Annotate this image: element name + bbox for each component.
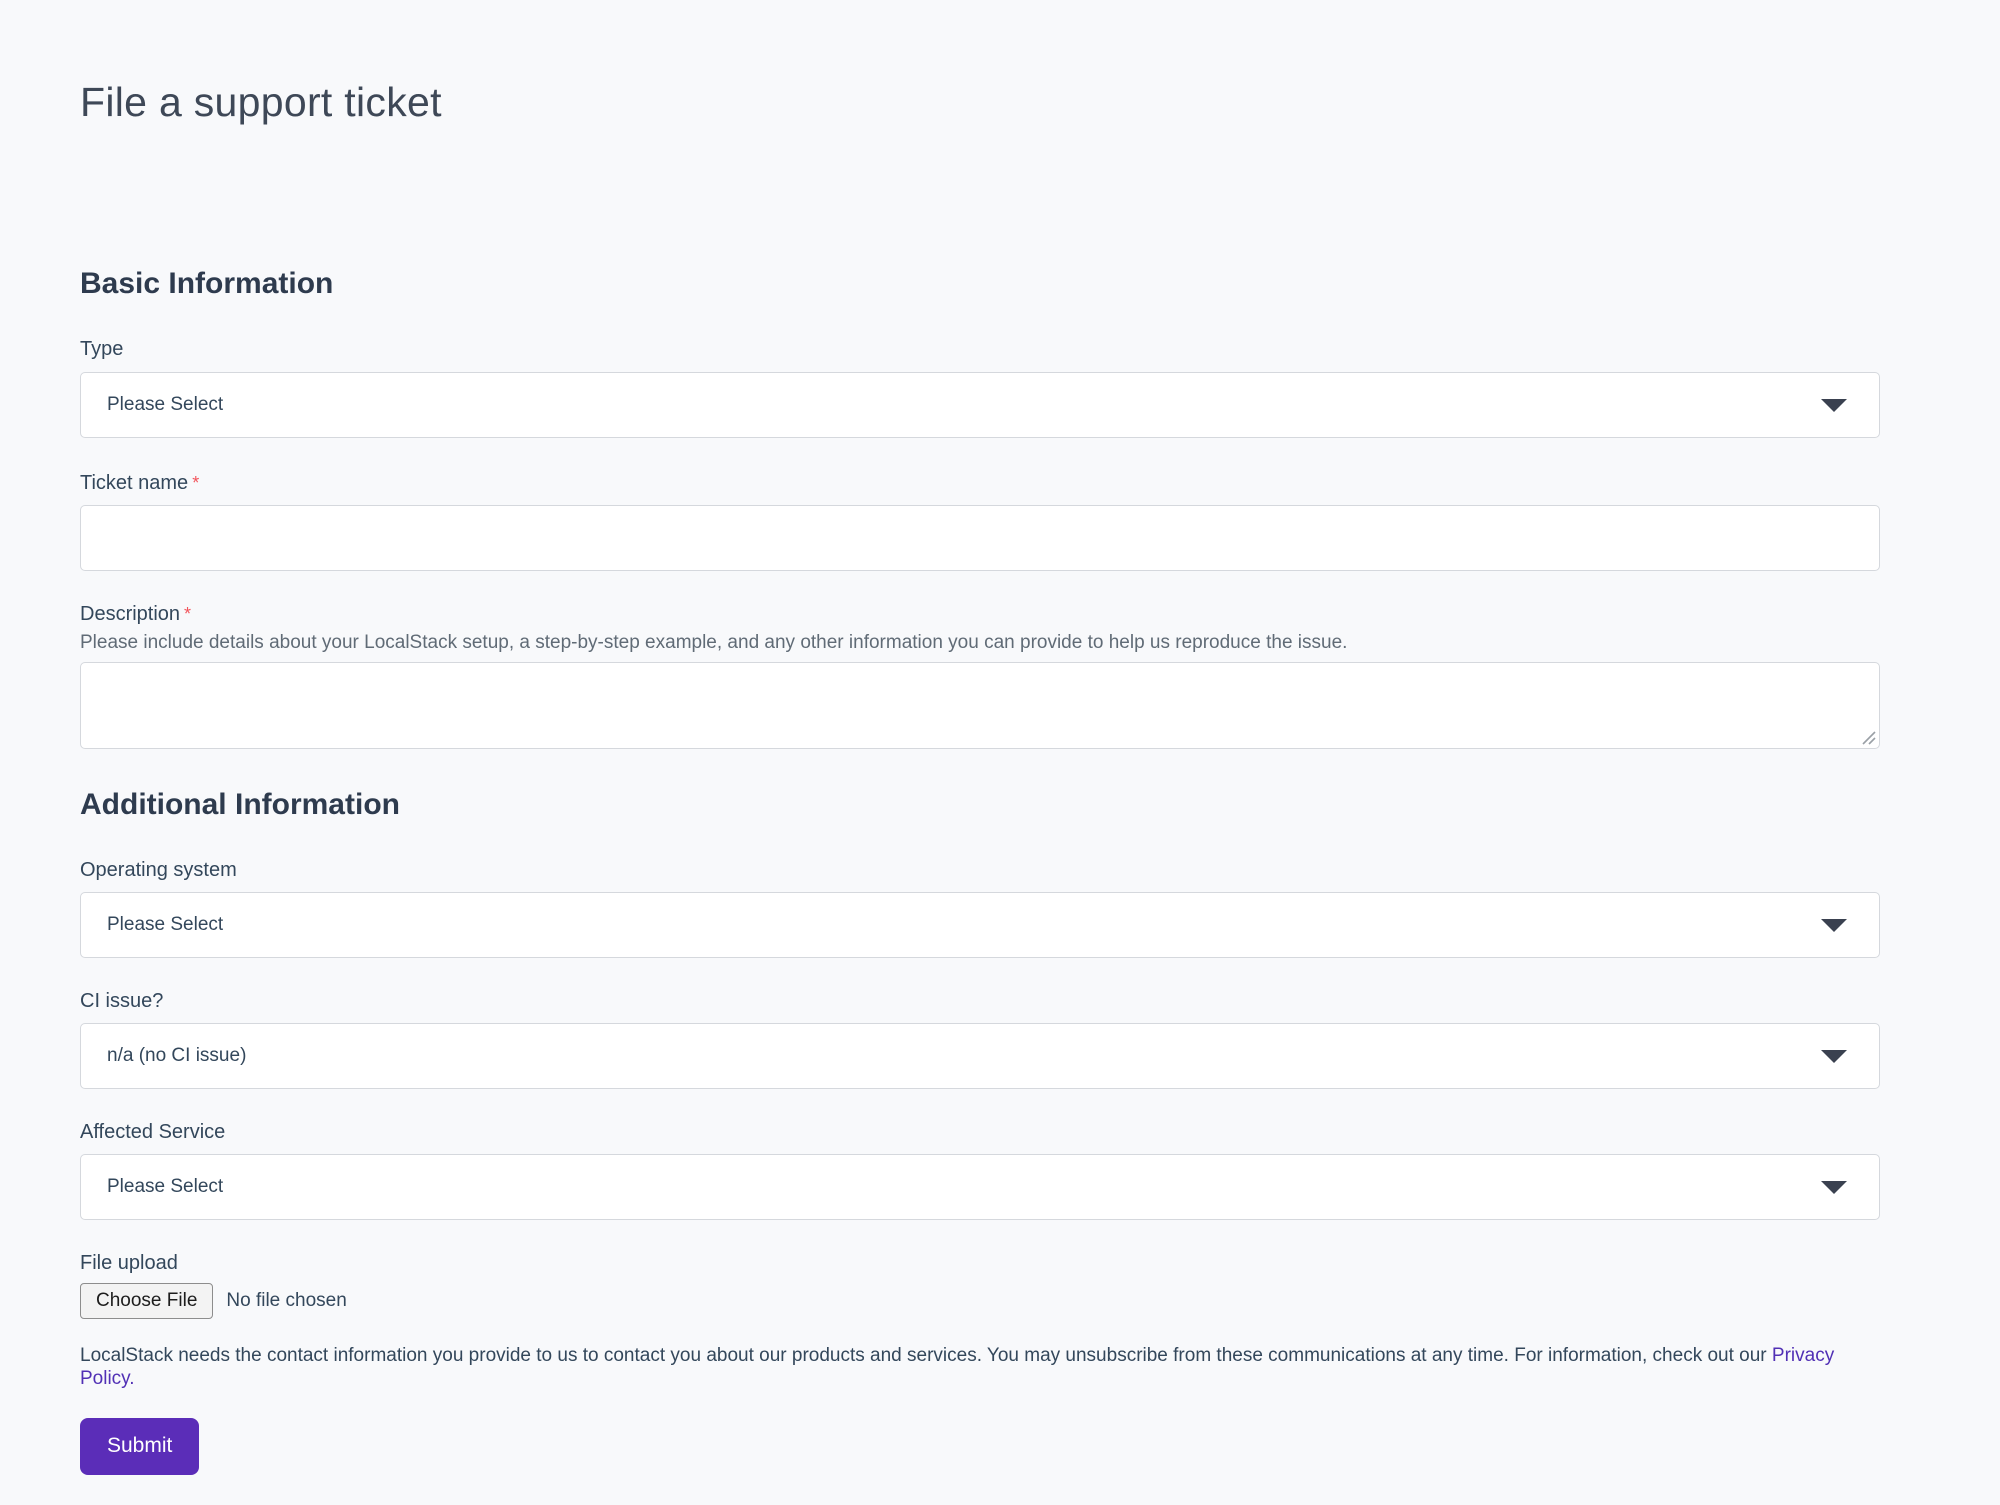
description-textarea[interactable] [80, 662, 1880, 749]
chevron-down-icon [1821, 919, 1847, 932]
privacy-text: LocalStack needs the contact information… [80, 1345, 1772, 1366]
section-heading-additional: Additional Information [80, 787, 1880, 823]
description-field-wrap [80, 662, 1880, 749]
field-label-description: Description* [80, 602, 1880, 627]
operating-system-select-value: Please Select [107, 914, 223, 936]
file-upload-field: Choose File No file chosen [80, 1283, 1880, 1319]
privacy-note: LocalStack needs the contact information… [80, 1345, 1880, 1391]
resize-handle-icon[interactable] [1859, 728, 1877, 746]
affected-service-select[interactable]: Please Select [80, 1154, 1880, 1220]
choose-file-button[interactable]: Choose File [80, 1283, 213, 1319]
chevron-down-icon [1821, 399, 1847, 412]
ci-issue-select[interactable]: n/a (no CI issue) [80, 1023, 1880, 1089]
affected-service-select-value: Please Select [107, 1176, 223, 1198]
field-label-operating-system: Operating system [80, 858, 1880, 883]
support-ticket-form: File a support ticket Basic Information … [80, 0, 1880, 1475]
type-select-value: Please Select [107, 394, 223, 416]
field-label-type: Type [80, 337, 1880, 362]
file-status-text: No file chosen [226, 1290, 346, 1312]
field-label-affected-service: Affected Service [80, 1120, 1880, 1145]
chevron-down-icon [1821, 1181, 1847, 1194]
ticket-name-label-text: Ticket name [80, 472, 188, 494]
field-label-file-upload: File upload [80, 1251, 1880, 1276]
field-label-ticket-name: Ticket name* [80, 471, 1880, 496]
ticket-name-input[interactable] [80, 505, 1880, 571]
operating-system-select[interactable]: Please Select [80, 892, 1880, 958]
submit-button[interactable]: Submit [80, 1418, 199, 1475]
ci-issue-select-value: n/a (no CI issue) [107, 1045, 246, 1067]
page-title: File a support ticket [80, 0, 1880, 127]
description-help-text: Please include details about your LocalS… [80, 632, 1880, 655]
chevron-down-icon [1821, 1050, 1847, 1063]
section-heading-basic: Basic Information [80, 266, 1880, 302]
required-asterisk: * [184, 604, 191, 624]
type-select[interactable]: Please Select [80, 372, 1880, 438]
required-asterisk: * [192, 473, 199, 493]
field-label-ci-issue: CI issue? [80, 989, 1880, 1014]
privacy-text-period: . [129, 1368, 134, 1389]
description-label-text: Description [80, 603, 180, 625]
